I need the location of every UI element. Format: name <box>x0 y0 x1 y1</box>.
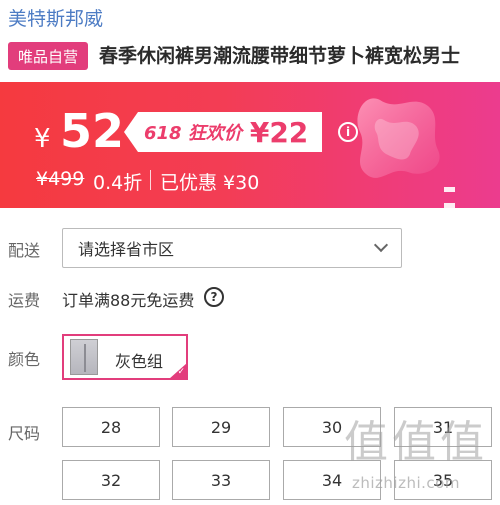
promo-label: 618 狂欢价 <box>144 123 242 144</box>
current-price: 52 <box>60 104 125 158</box>
check-icon: ✓ <box>177 367 185 377</box>
decorative-blob-icon <box>357 98 440 178</box>
promo-price-tag: 618 狂欢价 ¥22 <box>124 112 322 152</box>
color-label: 颜色 <box>8 350 41 369</box>
original-price: ¥499 <box>36 168 85 190</box>
size-option[interactable]: 32 <box>62 460 160 500</box>
size-option[interactable]: 29 <box>172 407 270 447</box>
size-option[interactable]: 33 <box>172 460 270 500</box>
promo-price: ¥22 <box>249 115 309 149</box>
help-icon[interactable]: ? <box>204 287 224 307</box>
saved-amount: 已优惠 ¥30 <box>160 172 260 194</box>
price-banner: ¥ 52 618 狂欢价 ¥22 i ¥499 0.4折 已优惠 ¥30 <box>0 82 500 208</box>
price-divider <box>150 170 151 190</box>
watermark-glyph: 值 <box>392 417 436 468</box>
chevron-down-icon <box>373 237 389 253</box>
decorative-dash <box>444 203 455 208</box>
decorative-dash <box>444 187 455 192</box>
delivery-label: 配送 <box>8 241 41 260</box>
shipping-label: 运费 <box>8 291 41 310</box>
region-select-placeholder: 请选择省市区 <box>78 240 175 259</box>
shipping-info: 订单满88元免运费 <box>62 291 195 310</box>
watermark-glyph: 值 <box>344 417 388 468</box>
discount-rate: 0.4折 <box>93 172 143 194</box>
store-name-link[interactable]: 美特斯邦威 <box>8 4 103 31</box>
watermark-glyph: 值 <box>440 417 484 468</box>
size-label: 尺码 <box>8 424 41 443</box>
vip-self-operated-badge: 唯品自营 <box>8 42 88 70</box>
color-option-label: 灰色组 <box>115 352 164 371</box>
product-title-row: 唯品自营 春季休闲裤男潮流腰带细节萝卜裤宽松男士 <box>8 40 500 72</box>
currency-symbol: ¥ <box>34 124 51 154</box>
region-select[interactable]: 请选择省市区 <box>62 228 402 268</box>
color-swatch-thumbnail <box>70 339 98 375</box>
swatch-detail <box>84 344 86 372</box>
color-option-gray[interactable]: 灰色组 ✓ <box>62 334 188 380</box>
product-title: 春季休闲裤男潮流腰带细节萝卜裤宽松男士 <box>99 45 461 67</box>
size-option[interactable]: 28 <box>62 407 160 447</box>
watermark-text: zhizhizhi.com <box>352 474 460 492</box>
site-watermark: 值 值 值 zhizhizhi.com <box>342 416 492 496</box>
